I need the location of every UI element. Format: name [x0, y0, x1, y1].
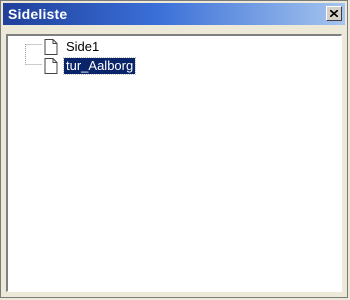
tree-item-label: tur_Aalborg: [62, 57, 137, 75]
document-icon: [44, 58, 58, 74]
document-icon: [44, 39, 58, 55]
close-button[interactable]: [326, 6, 342, 21]
window-title: Sideliste: [8, 6, 68, 22]
tree-item-label: Side1: [66, 39, 100, 54]
tree-item-tur-aalborg[interactable]: tur_Aalborg: [44, 57, 137, 75]
title-bar[interactable]: Sideliste: [3, 3, 345, 25]
page-list-panel[interactable]: Side1 tur_Aalborg: [6, 34, 342, 292]
sideliste-window: Sideliste Side1 tur_Aalborg: [0, 0, 348, 298]
tree-item-side1[interactable]: Side1: [44, 38, 101, 56]
close-icon: [330, 10, 338, 17]
tree-connector-lines: [25, 44, 42, 65]
